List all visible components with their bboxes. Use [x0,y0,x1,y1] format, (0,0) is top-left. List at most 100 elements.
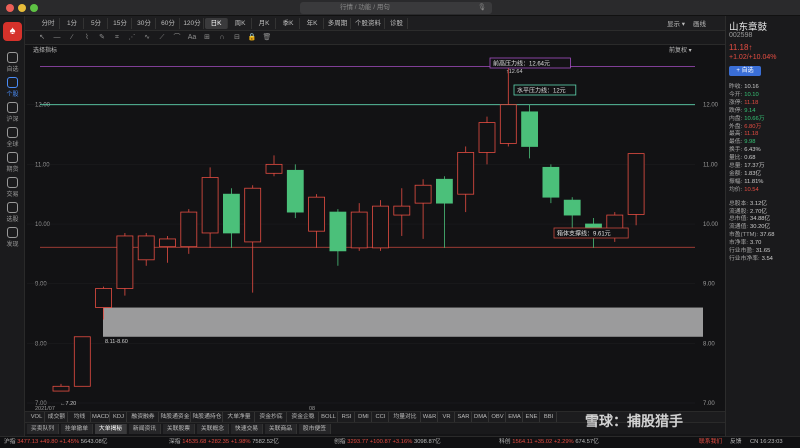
adjust-mode-select[interactable]: 前复权 ▾ [669,46,692,54]
candle-body [159,238,176,248]
sidebar-item-5[interactable]: 交易 [0,177,25,198]
bottom-tab-5[interactable]: 关联概念 [197,424,229,434]
sidebar-item-label: 发现 [6,242,19,248]
contact-link[interactable]: 联系我们 [699,437,722,448]
candle-body [265,163,283,174]
text-tool-icon[interactable]: Aa [187,33,197,43]
period-tab-8[interactable]: 周K [229,18,252,29]
minimize-window-button[interactable] [18,4,26,12]
indicator-select[interactable]: 选择指标 [33,46,57,54]
sidebar-item-7[interactable]: 发现 [0,227,25,248]
pointer-icon[interactable]: ↖ [37,33,47,43]
draw-line-button[interactable]: 画线 [693,18,706,28]
add-watchlist-button[interactable]: + 自选 [729,66,761,76]
trend-tool-icon[interactable]: ⟋ [157,33,167,43]
index-name: 创指 [334,439,348,445]
prev-high-mark: ↑12.64 [506,69,523,75]
kline-chart[interactable]: 选择指标 前复权 ▾ 12.00 12.00 11.00 11.00 10.00 10.00 9… [25,45,725,411]
index-quote-0[interactable]: 沪指 3477.13 +49.80 +1.45% 5643.08亿 [4,437,108,448]
period-toolbar: 分时 1分 5分 15分 30分 60分 120分 日K 周K 月K 季K 年K 多周期 个股资料 诊股 [25,16,725,31]
stock-change: +1.02/+10.04% [729,54,777,61]
sidebar-item-4[interactable]: 期货 [0,152,25,173]
feedback-link[interactable]: 反馈 [730,437,742,448]
period-tab-7[interactable]: 日K [205,18,228,29]
search-input[interactable]: 行情 / 功能 / 用句 🎙 [300,2,492,14]
period-tab-1[interactable]: 1分 [61,18,84,29]
discover-icon [7,227,18,238]
period-tab-11[interactable]: 年K [301,18,324,29]
magnet-tool-icon[interactable]: ∩ [217,33,227,43]
chart-icon [7,77,18,88]
candle-body [201,177,219,234]
index-quote-3[interactable]: 科创 1564.11 +35.02 +2.29% 674.57亿 [499,437,599,448]
box-support-annotation-label: 箱体支撑线：9.61元 [557,230,611,238]
trade-icon [7,177,18,188]
bottom-tab-2[interactable]: 大单揭秘 [95,424,127,434]
index-price: 1564.11 [512,439,535,445]
period-tab-9[interactable]: 月K [253,18,276,29]
bottom-tab-3[interactable]: 新闻资讯 [129,424,161,434]
sidebar-item-3[interactable]: 全球 [0,127,25,148]
bottom-tab-8[interactable]: 股市便签 [299,424,331,434]
lock-tool-icon[interactable]: 🔒 [247,33,257,43]
index-quote-2[interactable]: 创指 3293.77 +100.87 +3.16% 3098.87亿 [334,437,441,448]
line-tool-icon[interactable]: — [52,33,62,43]
close-window-button[interactable] [6,4,14,12]
price-tick-right: 12.00 [703,103,719,109]
filter-icon [7,202,18,213]
index-price: 14535.68 [182,439,209,445]
period-tab-5[interactable]: 60分 [157,18,180,29]
low-price-label: ←7.20 [60,401,76,407]
channel-tool-icon[interactable]: ⌗ [112,33,122,43]
candle-body [222,193,240,234]
quote-key: 行业市净率: [729,255,760,262]
display-menu-button[interactable]: 显示 ▾ [667,18,685,28]
gap-zone [103,307,703,337]
sidebar-item-2[interactable]: 沪深 [0,102,25,123]
delete-tool-icon[interactable]: 🗑 [262,33,272,43]
quote-key: 均价: [729,186,743,193]
stock-price: 11.18↑ [729,43,753,52]
maximize-window-button[interactable] [30,4,38,12]
bottom-tab-4[interactable]: 关联股票 [163,424,195,434]
index-quote-1[interactable]: 深指 14535.68 +282.35 +1.98% 7582.52亿 [169,437,279,448]
horizontal-resistance-annotation-label: 水平压力线：12元 [517,87,566,95]
stock-code: 002598 [729,32,753,39]
segment-tool-icon[interactable]: ⌇ [82,33,92,43]
sidebar-item-1[interactable]: 个股 [0,77,25,98]
period-tab-13[interactable]: 个股资料 [352,18,385,29]
wave-tool-icon[interactable]: ∿ [142,33,152,43]
bottom-tab-7[interactable]: 关联商品 [265,424,297,434]
market-icon [7,102,18,113]
hide-tool-icon[interactable]: ⊟ [232,33,242,43]
index-amount: 5643.08亿 [80,439,108,445]
rect-tool-icon[interactable]: ⊞ [202,33,212,43]
star-icon [7,52,18,63]
candle-body [478,122,496,153]
parallel-tool-icon[interactable]: ⋰ [127,33,137,43]
pen-tool-icon[interactable]: ✎ [97,33,107,43]
period-tab-4[interactable]: 30分 [133,18,156,29]
bottom-tab-0[interactable]: 买卖队列 [27,424,59,434]
period-tab-14[interactable]: 诊股 [386,18,408,29]
quote-value: 37.68 [759,232,775,239]
period-tab-2[interactable]: 5分 [85,18,108,29]
ray-tool-icon[interactable]: ∕ [67,33,77,43]
index-name: 科创 [499,439,513,445]
arc-tool-icon[interactable]: ⌒ [172,33,182,43]
period-tab-6[interactable]: 120分 [181,18,204,29]
period-tab-10[interactable]: 季K [277,18,300,29]
sidebar-item-6[interactable]: 选股 [0,202,25,223]
index-change: +49.80 [39,439,60,445]
period-tab-3[interactable]: 15分 [109,18,132,29]
bottom-tab-6[interactable]: 快速交易 [231,424,263,434]
microphone-icon[interactable]: 🎙 [478,2,486,14]
index-name: 沪指 [4,439,18,445]
bottom-tab-1[interactable]: 挂单撤单 [61,424,93,434]
period-tab-0[interactable]: 分时 [37,18,60,29]
index-percent: +1.45% [59,439,81,445]
candle-body [563,199,581,216]
candle-body [329,211,347,252]
period-tab-12[interactable]: 多周期 [325,18,351,29]
sidebar-item-0[interactable]: 自选 [0,52,25,73]
